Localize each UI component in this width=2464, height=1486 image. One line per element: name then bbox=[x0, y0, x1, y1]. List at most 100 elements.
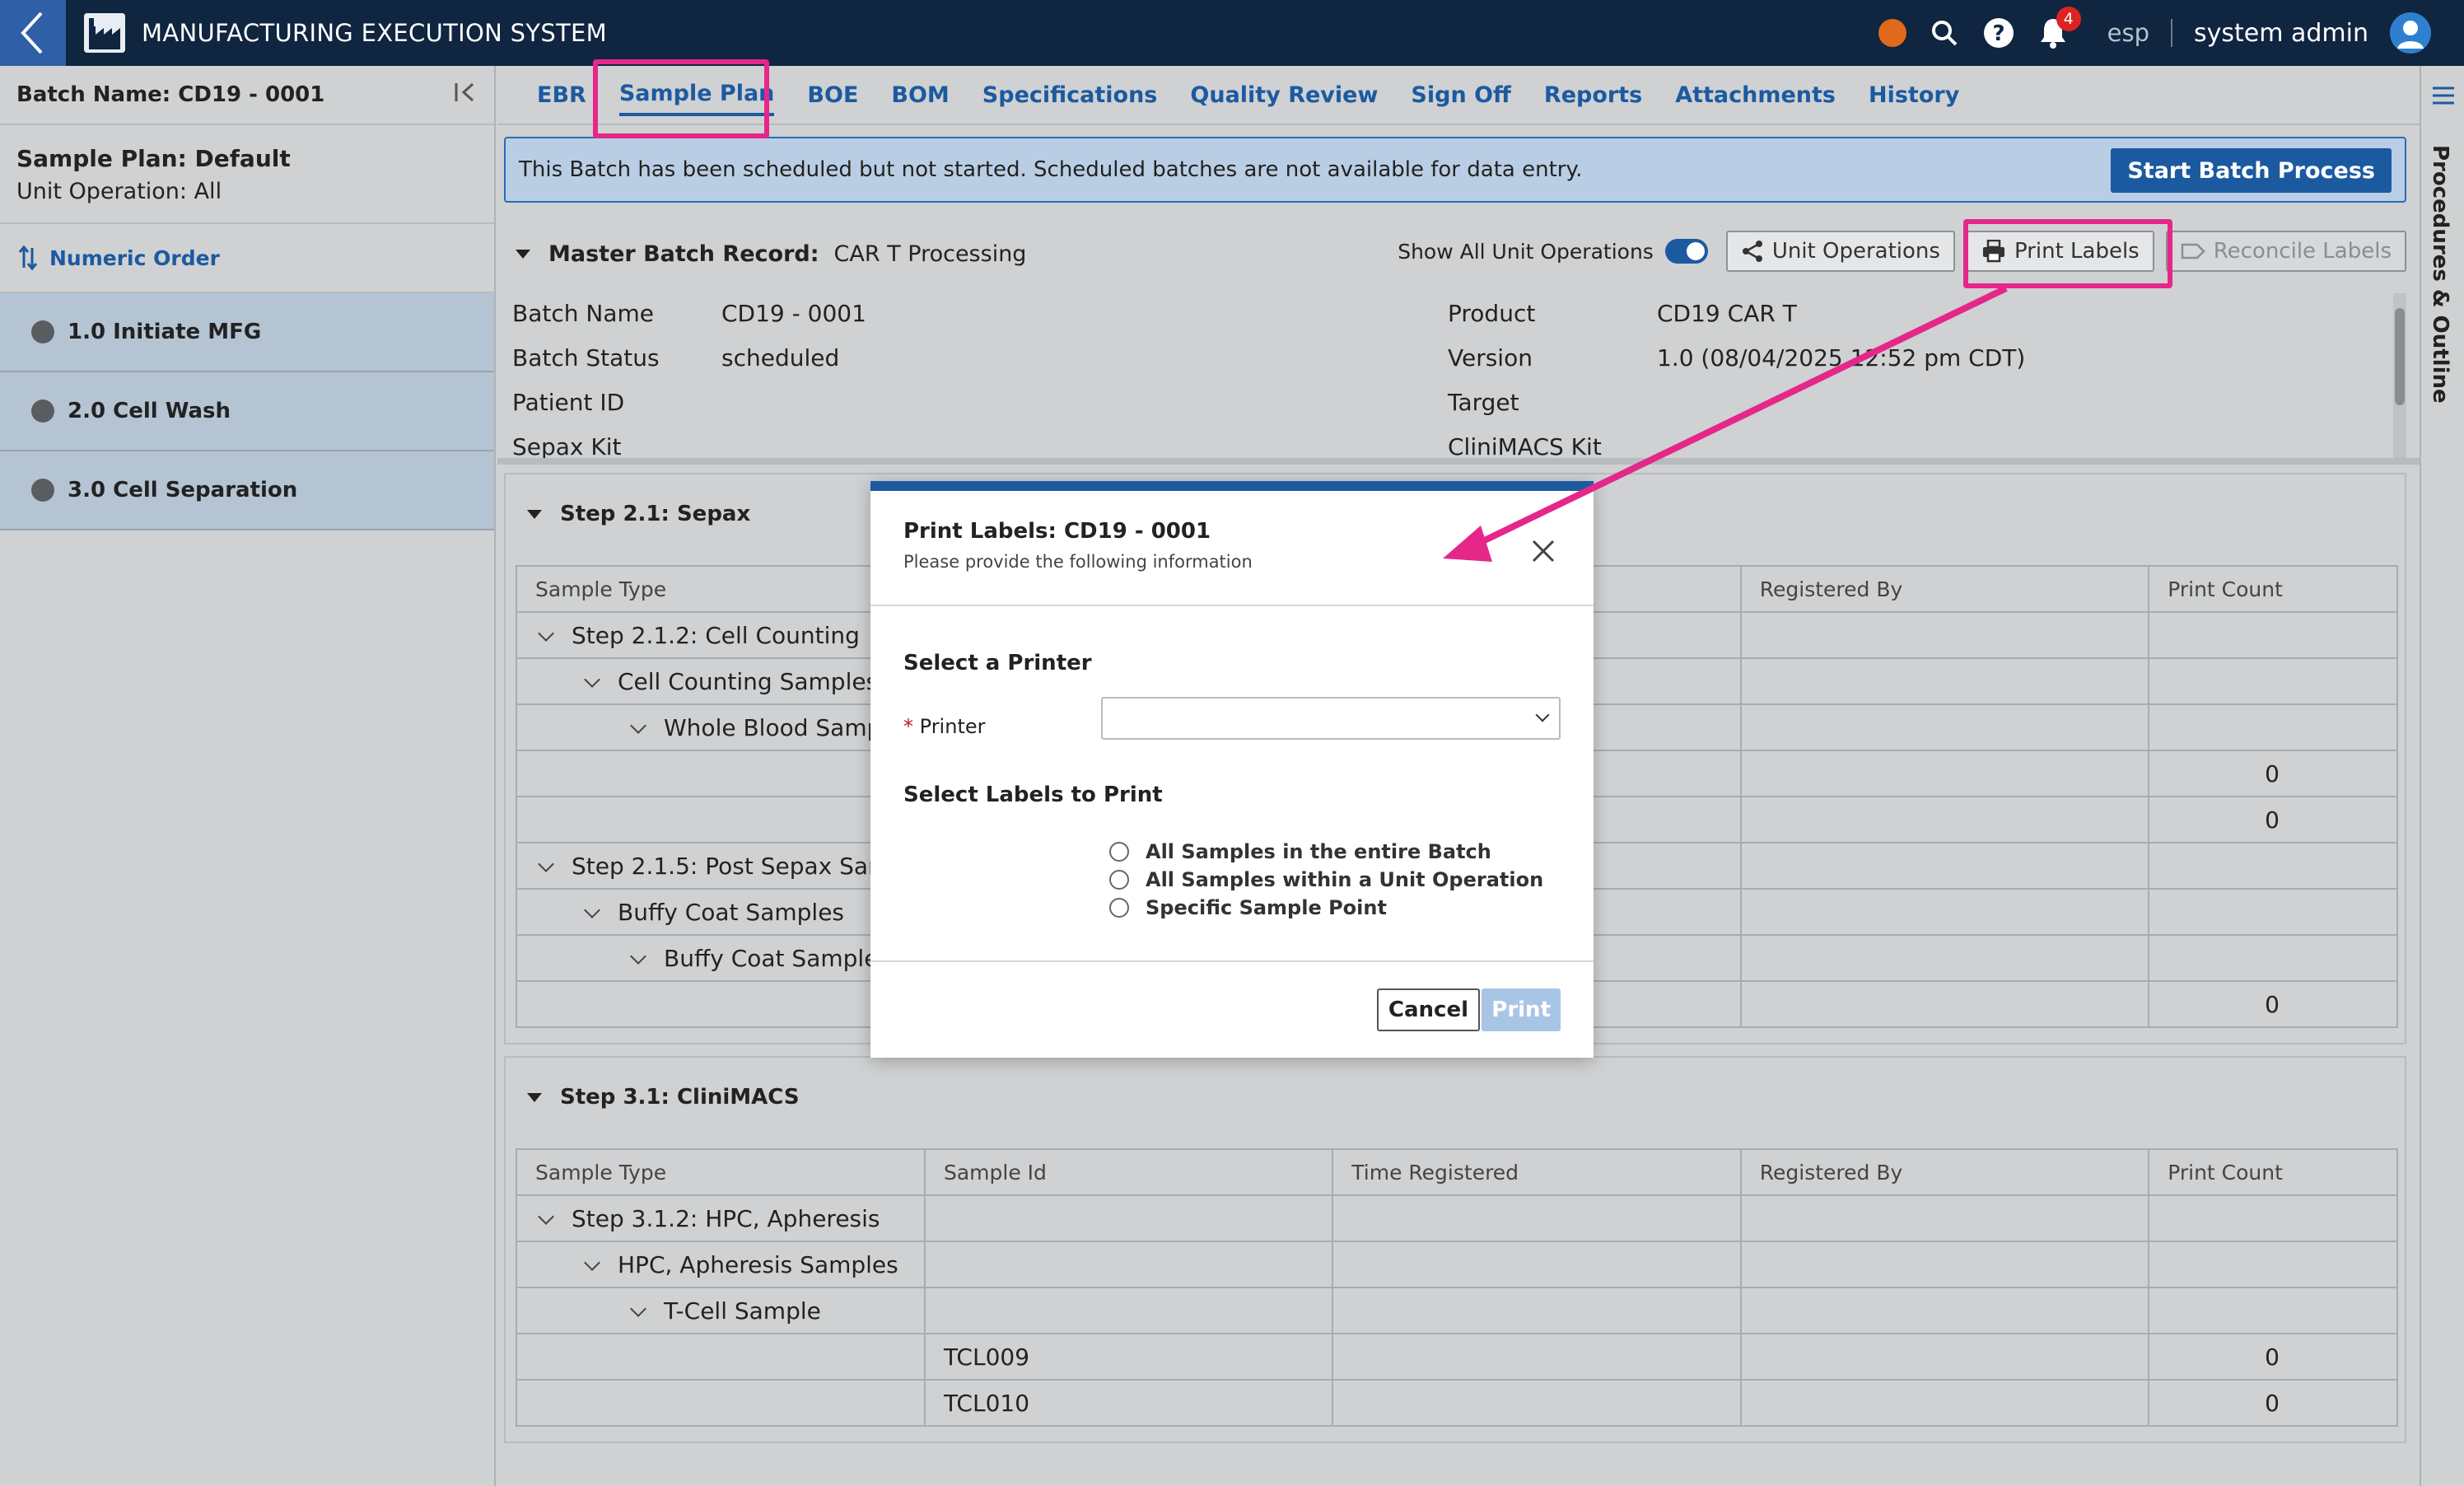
tab-history[interactable]: History bbox=[1869, 76, 1959, 114]
radio-button[interactable] bbox=[1109, 870, 1129, 890]
dialog-title: Print Labels: CD19 - 0001 bbox=[903, 519, 1211, 544]
status-indicator[interactable] bbox=[1878, 19, 1906, 47]
column-header[interactable]: Sample Id bbox=[923, 1148, 1334, 1196]
option-label: All Samples in the entire Batch bbox=[1146, 840, 1491, 863]
required-marker: * bbox=[903, 715, 913, 738]
start-batch-button[interactable]: Start Batch Process bbox=[2111, 148, 2392, 193]
back-button[interactable] bbox=[0, 0, 66, 66]
tab-attachments[interactable]: Attachments bbox=[1675, 76, 1836, 114]
chevron-down-icon[interactable] bbox=[584, 901, 600, 918]
section-title: Step 2.1: Sepax bbox=[560, 502, 751, 526]
chevron-down-icon[interactable] bbox=[630, 717, 646, 734]
column-header[interactable]: Sample Type bbox=[516, 565, 926, 613]
sample-id: TCL009 bbox=[923, 1333, 1334, 1381]
sample-type: Step 2.1.2: Cell Counting bbox=[572, 621, 860, 649]
sample-type: Buffy Coat Samples bbox=[618, 898, 845, 926]
table-header-row: Sample Type Sample Id Time Registered Re… bbox=[516, 1148, 2398, 1196]
sidebar-item-label: 3.0 Cell Separation bbox=[68, 478, 298, 502]
print-labels-button[interactable]: Print Labels bbox=[1966, 231, 2154, 272]
numeric-order-sort[interactable]: Numeric Order bbox=[0, 224, 494, 293]
collapse-sidebar-icon[interactable] bbox=[453, 82, 478, 109]
field-value: 1.0 (08/04/2025 12:52 pm CDT) bbox=[1657, 344, 2026, 372]
option-entire-batch[interactable]: All Samples in the entire Batch bbox=[1109, 840, 1491, 863]
printer-label: * Printer bbox=[903, 715, 985, 738]
print-count: 0 bbox=[2148, 1333, 2398, 1381]
printer-select[interactable] bbox=[1101, 697, 1561, 740]
option-unit-operation[interactable]: All Samples within a Unit Operation bbox=[1109, 868, 1543, 891]
field-key: Batch Status bbox=[512, 344, 660, 372]
tab-quality-review[interactable]: Quality Review bbox=[1190, 76, 1378, 114]
labels-section-title: Select Labels to Print bbox=[903, 783, 1163, 807]
sidebar-item-label: 1.0 Initiate MFG bbox=[68, 320, 262, 344]
chevron-down-icon[interactable] bbox=[538, 855, 554, 872]
table-row[interactable]: TCL009 0 bbox=[516, 1333, 2398, 1381]
collapse-caret-icon[interactable] bbox=[516, 249, 530, 259]
cancel-button[interactable]: Cancel bbox=[1376, 988, 1480, 1031]
table-row[interactable]: Step 3.1.2: HPC, Apheresis bbox=[516, 1194, 2398, 1242]
sidebar-item-label: 2.0 Cell Wash bbox=[68, 399, 231, 423]
share-icon bbox=[1742, 241, 1762, 262]
close-icon[interactable] bbox=[1529, 537, 1557, 565]
notifications-bell-icon[interactable]: 4 bbox=[2037, 7, 2081, 49]
print-button[interactable]: Print bbox=[1482, 988, 1561, 1031]
factory-logo-icon bbox=[84, 13, 125, 53]
column-header[interactable]: Time Registered bbox=[1332, 1148, 1742, 1196]
printer-label-text: Printer bbox=[919, 715, 986, 738]
help-icon[interactable]: ? bbox=[1982, 16, 2015, 49]
field-key: Target bbox=[1448, 389, 1519, 416]
tab-boe[interactable]: BOE bbox=[807, 76, 858, 114]
section-title-bar[interactable]: Step 3.1: CliniMACS bbox=[506, 1058, 2405, 1137]
column-header[interactable]: Print Count bbox=[2148, 565, 2398, 613]
unit-operations-button[interactable]: Unit Operations bbox=[1725, 231, 1955, 272]
chevron-down-icon[interactable] bbox=[538, 624, 554, 642]
tab-sign-off[interactable]: Sign Off bbox=[1411, 76, 1510, 114]
sidebar: Batch Name: CD19 - 0001 Sample Plan: Def… bbox=[0, 66, 496, 1486]
table-row[interactable]: TCL010 0 bbox=[516, 1379, 2398, 1427]
chevron-down-icon[interactable] bbox=[630, 1300, 646, 1317]
tab-sample-plan[interactable]: Sample Plan bbox=[618, 74, 775, 116]
column-header[interactable]: Sample Type bbox=[516, 1148, 926, 1196]
tab-specifications[interactable]: Specifications bbox=[982, 76, 1158, 114]
field-key: Patient ID bbox=[512, 389, 625, 416]
printer-section-title: Select a Printer bbox=[903, 651, 1092, 675]
sidebar-item-cell-separation[interactable]: 3.0 Cell Separation bbox=[0, 451, 494, 530]
top-right-controls: ? 4 esp system admin bbox=[1878, 0, 2431, 66]
avatar[interactable] bbox=[2390, 12, 2431, 54]
user-name[interactable]: system admin bbox=[2194, 19, 2368, 48]
option-specific-sample-point[interactable]: Specific Sample Point bbox=[1109, 896, 1387, 919]
top-bar: MANUFACTURING EXECUTION SYSTEM ? 4 esp s… bbox=[0, 0, 2464, 66]
sidebar-item-initiate-mfg[interactable]: 1.0 Initiate MFG bbox=[0, 293, 494, 372]
chevron-down-icon[interactable] bbox=[538, 1208, 554, 1225]
dialog-header: Print Labels: CD19 - 0001 Please provide… bbox=[870, 491, 1594, 606]
radio-button[interactable] bbox=[1109, 842, 1129, 862]
column-header[interactable]: Registered By bbox=[1739, 565, 2150, 613]
mbr-details: Batch Name CD19 - 0001 Batch Status sche… bbox=[504, 293, 2390, 458]
chevron-left-icon bbox=[21, 12, 43, 54]
sample-type: Buffy Coat Sample bbox=[664, 944, 879, 972]
sidebar-item-cell-wash[interactable]: 2.0 Cell Wash bbox=[0, 372, 494, 451]
reconcile-labels-button[interactable]: Reconcile Labels bbox=[2165, 231, 2406, 272]
search-icon[interactable] bbox=[1928, 16, 1961, 49]
table-row[interactable]: T-Cell Sample bbox=[516, 1287, 2398, 1334]
procedures-outline-panel: Procedures & Outline bbox=[2420, 66, 2464, 1486]
procedures-outline-label[interactable]: Procedures & Outline bbox=[2428, 145, 2452, 404]
column-header[interactable]: Print Count bbox=[2148, 1148, 2398, 1196]
table-row[interactable]: HPC, Apheresis Samples bbox=[516, 1241, 2398, 1288]
column-header[interactable]: Registered By bbox=[1739, 1148, 2150, 1196]
batch-name: Batch Name: CD19 - 0001 bbox=[16, 82, 325, 107]
chevron-down-icon[interactable] bbox=[584, 1254, 600, 1271]
sample-id: TCL010 bbox=[923, 1379, 1334, 1427]
show-all-toggle[interactable] bbox=[1664, 239, 1708, 264]
menu-icon[interactable] bbox=[2421, 66, 2464, 125]
tab-ebr[interactable]: EBR bbox=[537, 76, 586, 114]
notice-text: This Batch has been scheduled but not st… bbox=[519, 157, 1583, 182]
chevron-down-icon[interactable] bbox=[630, 947, 646, 965]
tab-bom[interactable]: BOM bbox=[891, 76, 949, 114]
scrollbar-thumb[interactable] bbox=[2395, 308, 2405, 405]
chevron-down-icon[interactable] bbox=[584, 671, 600, 688]
master-batch-record-header: Master Batch Record: CAR T Processing Sh… bbox=[504, 222, 2406, 285]
radio-button[interactable] bbox=[1109, 898, 1129, 918]
scheduled-notice: This Batch has been scheduled but not st… bbox=[504, 137, 2406, 203]
tab-reports[interactable]: Reports bbox=[1544, 76, 1642, 114]
unit-operations-label: Unit Operations bbox=[1771, 239, 1940, 264]
